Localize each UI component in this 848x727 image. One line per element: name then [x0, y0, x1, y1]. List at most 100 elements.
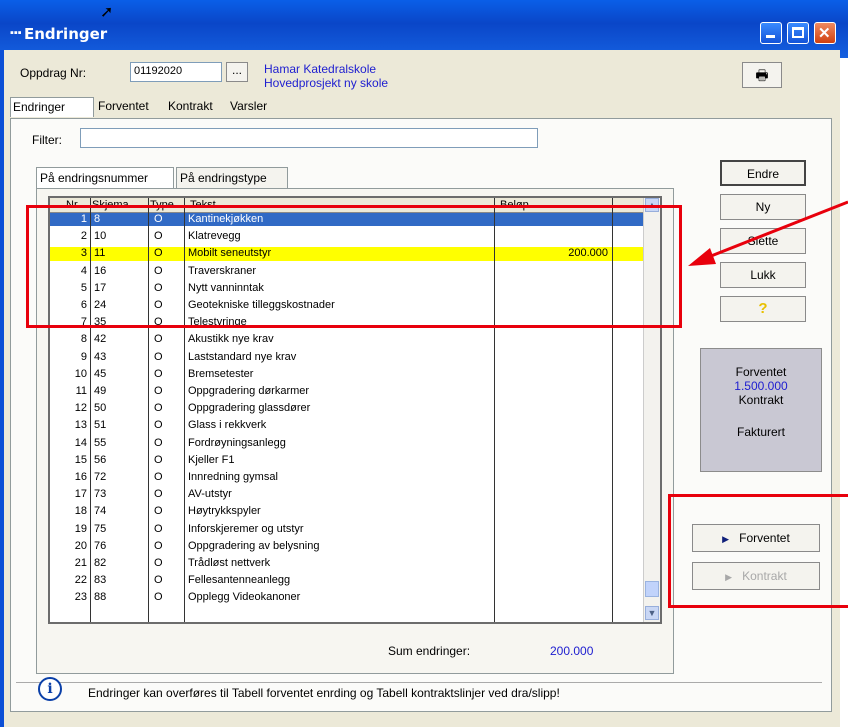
cell-nr: 19 [74, 522, 87, 535]
cell-tekst: Inforskjeremer og utstyr [188, 522, 304, 535]
cell-tekst: Oppgradering dørkarmer [188, 385, 310, 397]
table-row[interactable]: 21 82 O Trådløst nettverk [50, 557, 644, 570]
cell-tekst: Oppgradering av belysning [188, 539, 320, 552]
minimize-button[interactable] [760, 22, 782, 44]
tab-pa-endringsnummer[interactable]: På endringsnummer [36, 167, 174, 189]
app-icon: ▪▪▪ [10, 27, 22, 39]
scroll-thumb[interactable] [645, 581, 659, 597]
oppdrag-label: Oppdrag Nr: [20, 66, 87, 80]
cell-tekst: Innredning gymsal [188, 471, 278, 483]
cell-skjema: 74 [94, 505, 107, 518]
table-row[interactable]: 13 51 O Glass i rekkverk [50, 419, 644, 432]
tab-pa-endringstype[interactable]: På endringstype [176, 167, 288, 189]
tab-forventet[interactable]: Forventet [96, 97, 164, 117]
cell-tekst: Glass i rekkverk [188, 419, 267, 432]
cell-nr: 20 [74, 539, 87, 552]
table-row[interactable]: 12 50 O Oppgradering glassdører [50, 402, 644, 415]
cell-type: O [154, 419, 163, 432]
cell-tekst: Fordrøyningsanlegg [188, 436, 286, 449]
cell-skjema: 83 [94, 574, 107, 587]
endre-button[interactable]: Endre [720, 160, 806, 186]
cell-type: O [154, 350, 163, 363]
cell-tekst: Opplegg Videokanoner [188, 591, 301, 604]
cell-tekst: Trådløst nettverk [188, 557, 271, 569]
cell-type: O [154, 557, 163, 569]
forventet-label: Forventet [735, 365, 787, 379]
tab-kontrakt[interactable]: Kontrakt [166, 97, 224, 117]
tab-endringer[interactable]: Endringer [10, 97, 94, 117]
cell-type: O [154, 453, 163, 466]
table-row[interactable]: 22 83 O Fellesantenneanlegg [50, 574, 644, 587]
cell-skjema: 42 [94, 333, 107, 346]
cell-tekst: Akustikk nye krav [188, 333, 274, 346]
cell-nr: 15 [74, 453, 87, 466]
cell-nr: 10 [74, 367, 87, 380]
cell-skjema: 88 [94, 591, 107, 604]
cell-nr: 9 [80, 350, 87, 363]
cell-nr: 8 [80, 333, 87, 346]
project-subtitle: Hovedprosjekt ny skole [264, 76, 389, 90]
close-button[interactable] [814, 22, 836, 44]
table-row[interactable]: 18 74 O Høytrykkspyler [50, 505, 644, 518]
table-row[interactable]: 17 73 O AV-utstyr [50, 488, 644, 501]
filter-input[interactable] [80, 128, 538, 148]
annotation-buttons-highlight [668, 494, 848, 608]
cell-skjema: 45 [94, 367, 107, 380]
cell-skjema: 73 [94, 488, 107, 501]
sum-label: Sum endringer: [388, 644, 471, 658]
cell-skjema: 75 [94, 522, 107, 535]
table-row[interactable]: 11 49 O Oppgradering dørkarmer [50, 385, 644, 398]
footer-message: Endringer kan overføres til Tabell forve… [88, 686, 560, 700]
tab-varsler[interactable]: Varsler [228, 97, 282, 117]
cell-nr: 11 [75, 385, 87, 397]
cell-tekst: Fellesantenneanlegg [188, 574, 291, 587]
cell-type: O [154, 333, 163, 346]
fakturert-label: Fakturert [736, 425, 785, 439]
cell-nr: 14 [74, 436, 87, 449]
maximize-button[interactable] [787, 22, 809, 44]
cell-nr: 13 [74, 419, 87, 432]
table-row[interactable]: 19 75 O Inforskjeremer og utstyr [50, 523, 644, 536]
cell-skjema: 55 [94, 436, 107, 449]
cell-nr: 18 [74, 505, 87, 518]
cell-nr: 21 [74, 557, 87, 569]
cell-skjema: 49 [94, 385, 107, 397]
project-name: Hamar Katedralskole [264, 62, 377, 76]
cell-nr: 12 [74, 402, 87, 415]
cell-skjema: 51 [94, 419, 107, 432]
cell-type: O [154, 402, 163, 415]
table-row[interactable]: 14 55 O Fordrøyningsanlegg [50, 437, 644, 450]
table-row[interactable]: 20 76 O Oppgradering av belysning [50, 540, 644, 553]
kontrakt-label: Kontrakt [738, 393, 784, 407]
cell-tekst: AV-utstyr [188, 488, 232, 501]
browse-button[interactable]: ... [226, 62, 248, 82]
summary-box: Forventet 1.500.000 Kontrakt Fakturert [700, 348, 822, 472]
sum-value: 200.000 [550, 644, 594, 658]
table-row[interactable]: 8 42 O Akustikk nye krav [50, 333, 644, 346]
cell-skjema: 72 [94, 471, 107, 483]
table-row[interactable]: 10 45 O Bremsetester [50, 368, 644, 381]
help-button[interactable]: ? [720, 296, 806, 322]
cell-type: O [154, 367, 163, 380]
print-button[interactable]: 🖶 [742, 62, 782, 88]
cell-type: O [154, 471, 163, 483]
mouse-cursor-icon: ➚ [100, 4, 114, 21]
forventet-value: 1.500.000 [734, 379, 788, 393]
annotation-rows-highlight [26, 205, 682, 328]
table-row[interactable]: 16 72 O Innredning gymsal [50, 471, 644, 484]
cell-nr: 23 [74, 591, 87, 604]
cell-skjema: 56 [94, 453, 107, 466]
cell-tekst: Kjeller F1 [188, 453, 235, 466]
cell-skjema: 43 [94, 350, 107, 363]
cell-nr: 16 [74, 471, 87, 483]
cell-type: O [154, 574, 163, 587]
table-row[interactable]: 23 88 O Opplegg Videokanoner [50, 591, 644, 604]
info-icon: i [38, 677, 62, 701]
cell-type: O [154, 539, 163, 552]
scroll-down-icon[interactable]: ▼ [645, 606, 659, 620]
oppdrag-input[interactable]: 01192020 [130, 62, 222, 82]
cell-skjema: 82 [94, 557, 107, 569]
table-row[interactable]: 9 43 O Laststandard nye krav [50, 351, 644, 364]
table-row[interactable]: 15 56 O Kjeller F1 [50, 454, 644, 467]
window-title: Endringer [24, 25, 108, 43]
